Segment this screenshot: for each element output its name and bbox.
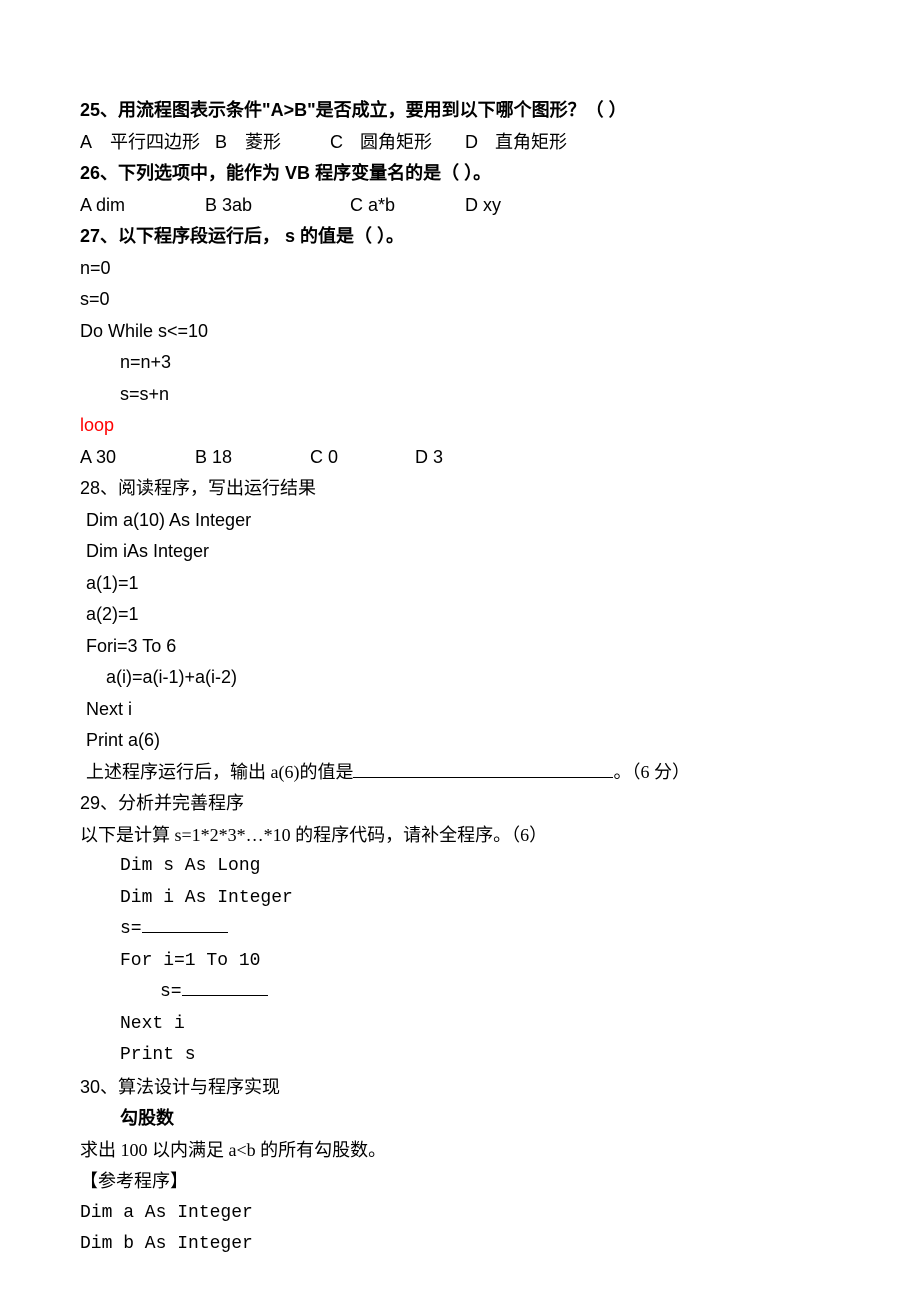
q28-code-line: Dim a(10) As Integer: [80, 505, 840, 537]
q25-optA: 平行四边形: [110, 127, 210, 159]
q27-optB: B 18: [195, 442, 305, 474]
q27-text-back: 的值是（ ）。: [300, 226, 404, 246]
q27-prefix: 27、: [80, 226, 118, 246]
q29-code-line: Dim i As Integer: [80, 883, 840, 915]
q27-code-line: s=s+n: [80, 379, 840, 411]
q29-title: 29、分析并完善程序: [80, 788, 840, 820]
q30-code-line: Dim a As Integer: [80, 1198, 840, 1230]
q28-result-back: 。（6 分）: [613, 762, 690, 782]
q27-code-line: n=n+3: [80, 347, 840, 379]
q26-optA: A dim: [80, 190, 200, 222]
q25-optB-lbl: B: [215, 127, 245, 159]
q29-code-line: Dim s As Long: [80, 851, 840, 883]
q25-optC-lbl: C: [330, 127, 360, 159]
q27-code-loop: loop: [80, 410, 840, 442]
q29-c3: s=: [120, 919, 142, 939]
q30-ref: 【参考程序】: [80, 1166, 840, 1198]
q25-prefix: 25、: [80, 100, 118, 120]
q28-result-front: 上述程序运行后，输出 a(6)的值是: [86, 762, 353, 782]
q27-optC: C 0: [310, 442, 410, 474]
q27-code-line: n=0: [80, 253, 840, 285]
q25-optB: 菱形: [245, 127, 325, 159]
q30-code-line: Dim b As Integer: [80, 1229, 840, 1261]
q29-code-line: For i=1 To 10: [80, 946, 840, 978]
q28-code-line: Next i: [80, 694, 840, 726]
q26-prefix: 26、: [80, 163, 118, 183]
q26-question: 26、下列选项中，能作为 VB 程序变量名的是（ ）。: [80, 158, 840, 190]
q25-question: 25、用流程图表示条件"A>B"是否成立，要用到以下哪个图形？（ ）: [80, 95, 840, 127]
q25-optC: 圆角矩形: [360, 127, 460, 159]
q29-code-line: s=: [80, 914, 840, 946]
q25-optD: 直角矩形: [495, 127, 567, 159]
blank-fill: [182, 995, 268, 996]
q26-optD: D xy: [465, 190, 501, 222]
q26-text-front: 下列选项中，能作为: [118, 163, 285, 183]
q28-code-line: a(i)=a(i-1)+a(i-2): [80, 662, 840, 694]
q29-c5: s=: [160, 982, 182, 1002]
q27-options: A 30 B 18 C 0 D 3: [80, 442, 840, 474]
q29-code-line: Print s: [80, 1040, 840, 1072]
q30-desc: 求出 100 以内满足 a<b 的所有勾股数。: [80, 1135, 840, 1167]
q28-code-line: Print a(6): [80, 725, 840, 757]
q30-title: 30、算法设计与程序实现: [80, 1072, 840, 1104]
q28-result: 上述程序运行后，输出 a(6)的值是 。（6 分）: [80, 757, 840, 789]
q27-code-line: s=0: [80, 284, 840, 316]
q26-optB: B 3ab: [205, 190, 345, 222]
q27-text-front: 以下程序段运行后，: [118, 226, 280, 246]
q25-options: A 平行四边形 B 菱形 C 圆角矩形 D 直角矩形: [80, 127, 840, 159]
q28-title: 28、阅读程序，写出运行结果: [80, 473, 840, 505]
q26-emph: VB: [285, 163, 310, 183]
q28-code-line: a(1)=1: [80, 568, 840, 600]
q28-code-line: Fori=3 To 6: [80, 631, 840, 663]
q25-optD-lbl: D: [465, 127, 495, 159]
q29-desc: 以下是计算 s=1*2*3*…*10 的程序代码，请补全程序。（6）: [80, 820, 840, 852]
q27-code-line: Do While s<=10: [80, 316, 840, 348]
blank-fill: [353, 777, 613, 778]
q30-subtitle: 勾股数: [80, 1103, 840, 1135]
q25-text-back: "是否成立，要用到以下哪个图形？（ ）: [307, 100, 627, 120]
q26-options: A dim B 3ab C a*b D xy: [80, 190, 840, 222]
q29-code-line: Next i: [80, 1009, 840, 1041]
q26-text-back: 程序变量名的是（ ）。: [310, 163, 491, 183]
q25-emph: A>B: [271, 100, 308, 120]
q25-text-front: 用流程图表示条件": [118, 100, 271, 120]
q28-code-line: a(2)=1: [80, 599, 840, 631]
q25-optA-lbl: A: [80, 127, 110, 159]
q29-code-line: s=: [80, 977, 840, 1009]
q27-question: 27、以下程序段运行后， s 的值是（ ）。: [80, 221, 840, 253]
q28-code-line: Dim iAs Integer: [80, 536, 840, 568]
blank-fill: [142, 932, 228, 933]
q27-optA: A 30: [80, 442, 190, 474]
q27-emph: s: [280, 226, 300, 246]
q26-optC: C a*b: [350, 190, 460, 222]
q27-optD: D 3: [415, 442, 443, 474]
